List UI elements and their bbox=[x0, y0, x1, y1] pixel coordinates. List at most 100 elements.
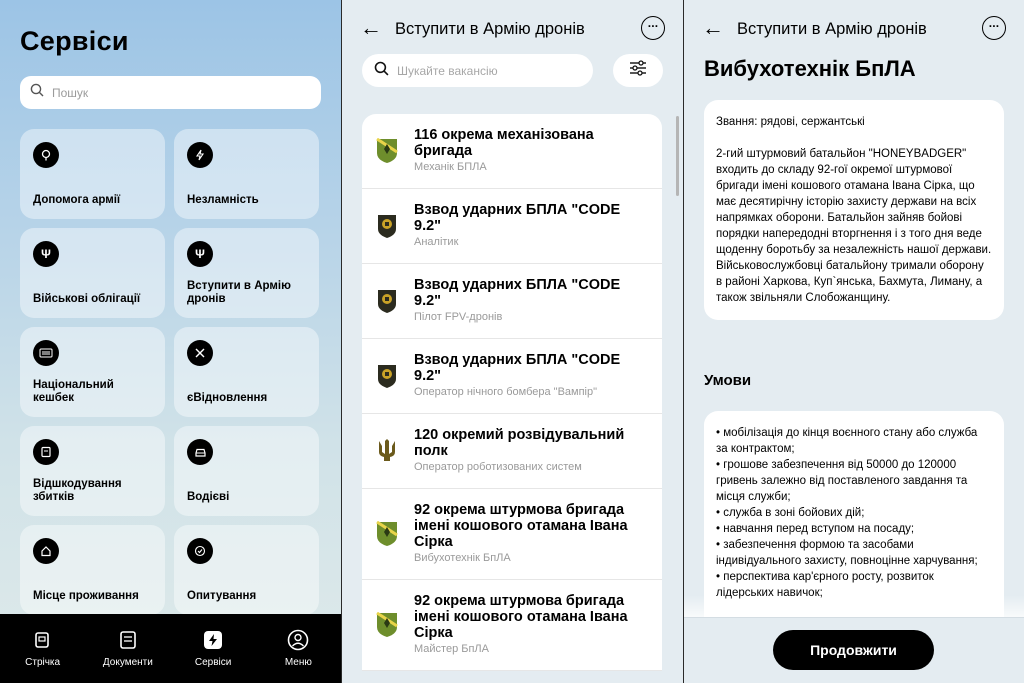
tile-cashback[interactable]: Національний кешбек bbox=[20, 327, 165, 417]
back-arrow-icon[interactable]: ← bbox=[360, 17, 382, 39]
brigade-emblem-icon bbox=[376, 612, 398, 637]
car-icon bbox=[187, 439, 213, 465]
tile-label: Незламність bbox=[187, 194, 259, 206]
tab-documents[interactable]: Документи bbox=[88, 629, 168, 668]
platoon-emblem-icon bbox=[378, 365, 396, 388]
document-icon bbox=[33, 439, 59, 465]
filter-button[interactable] bbox=[613, 54, 663, 87]
condition-item: • забезпечення формою та засобами індиві… bbox=[716, 539, 978, 567]
job-title: 120 окремий розвідувальний полк bbox=[414, 427, 625, 459]
conditions-title: Умови bbox=[704, 372, 752, 389]
documents-icon bbox=[117, 629, 139, 651]
tile-residence[interactable]: Місце проживання bbox=[20, 525, 165, 615]
job-subtitle: Пілот FPV-дронів bbox=[414, 311, 503, 323]
tab-label: Стрічка bbox=[25, 657, 61, 668]
more-icon[interactable]: ··· bbox=[641, 16, 665, 40]
condition-item: • навчання перед вступом на посаду; bbox=[716, 523, 915, 535]
list-item[interactable]: 120 окремий розвідувальний полк Оператор… bbox=[362, 414, 662, 489]
job-title: Взвод ударних БПЛА "CODE 9.2" bbox=[414, 202, 621, 234]
job-subtitle: Майстер БпЛА bbox=[414, 643, 489, 655]
job-subtitle: Оператор роботизованих систем bbox=[414, 461, 582, 473]
platoon-emblem-icon bbox=[378, 215, 396, 238]
tile-label: Водієві bbox=[187, 491, 230, 503]
trident-emblem-icon bbox=[379, 439, 395, 461]
tab-bar: Стрічка Документи Сервіси Меню bbox=[0, 614, 341, 683]
brigade-emblem-icon bbox=[376, 521, 398, 546]
rank-text: Звання: рядові, сержантські bbox=[716, 116, 865, 128]
condition-item: • грошове забезпечення від 50000 до 1200… bbox=[716, 459, 968, 503]
search-placeholder: Шукайте вакансію bbox=[397, 63, 498, 78]
back-arrow-icon[interactable]: ← bbox=[702, 17, 724, 39]
home-icon bbox=[33, 538, 59, 564]
tile-label: Опитування bbox=[187, 590, 257, 602]
feed-icon bbox=[32, 629, 54, 651]
tools-icon bbox=[187, 340, 213, 366]
tile-drone-army[interactable]: Ψ Вступити в Армію дронів bbox=[174, 228, 319, 318]
page-title: Сервіси bbox=[20, 26, 129, 56]
search-input[interactable]: Пошук bbox=[20, 76, 321, 109]
list-item[interactable]: Взвод ударних БПЛА "CODE 9.2" Оператор н… bbox=[362, 339, 662, 414]
tab-label: Сервіси bbox=[194, 657, 232, 668]
header-title: Вступити в Армію дронів bbox=[737, 20, 927, 38]
tab-services[interactable]: Сервіси bbox=[173, 629, 253, 668]
job-title: Взвод ударних БПЛА "CODE 9.2" bbox=[414, 277, 621, 309]
job-title: 92 окрема штурмова бригада імені кошовог… bbox=[414, 502, 628, 550]
list-item[interactable]: Взвод ударних БПЛА "CODE 9.2" Пілот FPV-… bbox=[362, 264, 662, 339]
tile-army-help[interactable]: Допомога армії bbox=[20, 129, 165, 219]
header-title: Вступити в Армію дронів bbox=[395, 20, 585, 38]
tile-label: Вступити в Армію дронів bbox=[187, 280, 291, 305]
vacancy-detail-screen: ← Вступити в Армію дронів ··· Вибухотехн… bbox=[684, 0, 1024, 683]
list-item[interactable]: Взвод ударних БПЛА "CODE 9.2" Аналітик bbox=[362, 189, 662, 264]
trident-icon: Ψ bbox=[187, 241, 213, 267]
vacancies-screen: ← Вступити в Армію дронів ··· Шукайте ва… bbox=[342, 0, 683, 683]
continue-button[interactable]: Продовжити bbox=[773, 630, 934, 670]
job-subtitle: Вибухотехнік БпЛА bbox=[414, 552, 511, 564]
job-title: 116 окрема механізована бригада bbox=[414, 127, 594, 159]
search-placeholder: Пошук bbox=[52, 85, 89, 100]
check-circle-icon bbox=[187, 538, 213, 564]
user-icon bbox=[287, 629, 309, 651]
vacancy-search-input[interactable]: Шукайте вакансію bbox=[362, 54, 593, 87]
tile-resilience[interactable]: Незламність bbox=[174, 129, 319, 219]
job-subtitle: Аналітик bbox=[414, 236, 459, 248]
condition-item: • мобілізація до кінця воєнного стану аб… bbox=[716, 427, 978, 455]
tile-war-bonds[interactable]: Ψ Військові облігації bbox=[20, 228, 165, 318]
tab-menu[interactable]: Меню bbox=[258, 629, 338, 668]
description-card: Звання: рядові, сержантські 2-гий штурмо… bbox=[704, 100, 1004, 320]
job-title: 92 окрема штурмова бригада імені кошовог… bbox=[414, 593, 628, 641]
tab-label: Меню bbox=[284, 657, 312, 668]
job-subtitle: Механік БПЛА bbox=[414, 161, 487, 173]
tile-label: Відшкодування збитків bbox=[33, 478, 122, 503]
filter-icon bbox=[628, 59, 648, 82]
list-item[interactable]: 92 окрема штурмова бригада імені кошовог… bbox=[362, 580, 662, 671]
more-icon[interactable]: ··· bbox=[982, 16, 1006, 40]
tab-label: Документи bbox=[102, 657, 153, 668]
services-screen: Сервіси Пошук Допомога армії Незламність… bbox=[0, 0, 341, 683]
condition-item: • служба в зоні бойових дій; bbox=[716, 507, 865, 519]
lightning-icon bbox=[187, 142, 213, 168]
list-item[interactable]: 92 окрема штурмова бригада імені кошовог… bbox=[362, 489, 662, 580]
tile-damage-compensation[interactable]: Відшкодування збитків bbox=[20, 426, 165, 516]
scrollbar[interactable] bbox=[676, 116, 679, 196]
tile-survey[interactable]: Опитування bbox=[174, 525, 319, 615]
tile-label: єВідновлення bbox=[187, 392, 268, 404]
platoon-emblem-icon bbox=[378, 290, 396, 313]
tile-label: Військові облігації bbox=[33, 293, 141, 305]
vacancy-title: Вибухотехнік БпЛА bbox=[704, 56, 916, 81]
brigade-emblem-icon bbox=[376, 138, 398, 163]
header: ← Вступити в Армію дронів ··· bbox=[684, 14, 1024, 44]
trident-icon: Ψ bbox=[33, 241, 59, 267]
job-title: Взвод ударних БПЛА "CODE 9.2" bbox=[414, 352, 621, 384]
heart-hand-icon bbox=[33, 142, 59, 168]
header: ← Вступити в Армію дронів ··· bbox=[342, 14, 683, 44]
tile-label: Допомога армії bbox=[33, 194, 121, 206]
tab-feed[interactable]: Стрічка bbox=[3, 629, 83, 668]
search-icon bbox=[374, 61, 389, 81]
tile-erecovery[interactable]: єВідновлення bbox=[174, 327, 319, 417]
tile-driver[interactable]: Водієві bbox=[174, 426, 319, 516]
tile-label: Місце проживання bbox=[33, 590, 139, 602]
list-item[interactable]: 116 окрема механізована бригада Механік … bbox=[362, 114, 662, 189]
barcode-icon bbox=[33, 340, 59, 366]
job-subtitle: Оператор нічного бомбера "Вампір" bbox=[414, 386, 598, 398]
search-icon bbox=[30, 83, 44, 102]
